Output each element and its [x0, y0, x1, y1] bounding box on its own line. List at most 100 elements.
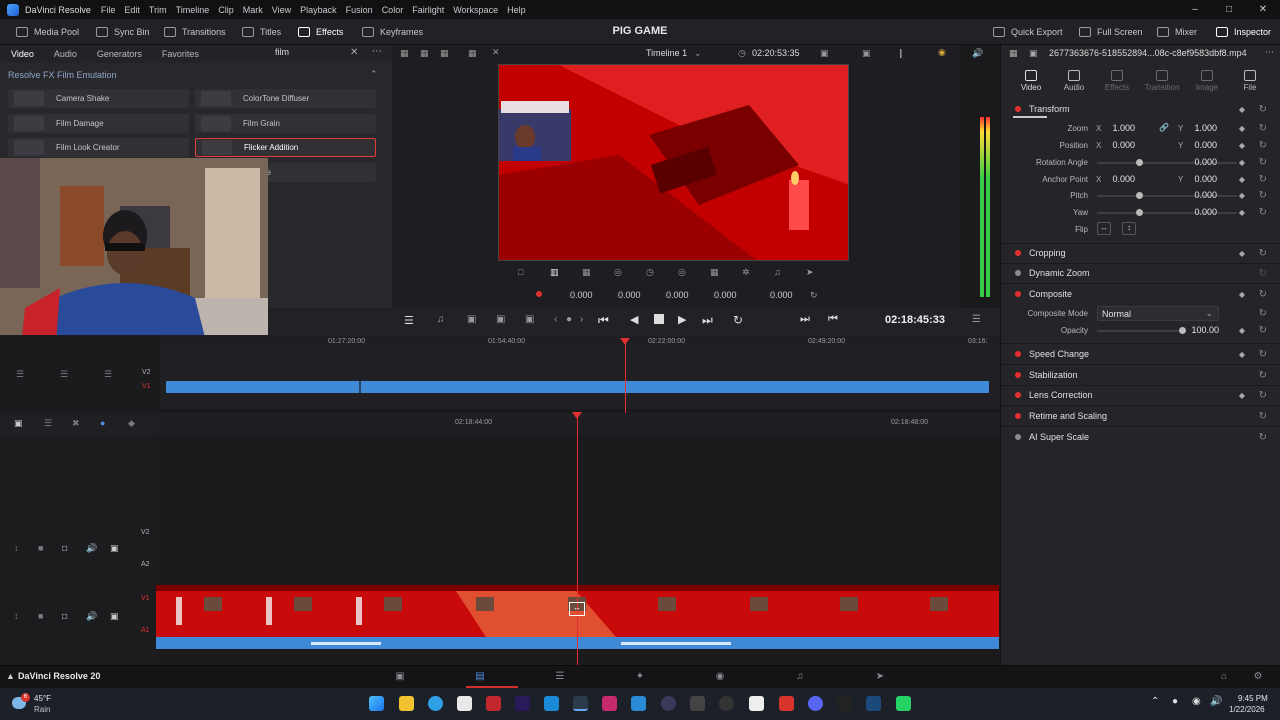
reset-icon[interactable]: ↻ [1259, 157, 1267, 168]
clock-time[interactable]: 9:45 PM [1238, 694, 1268, 703]
weather-condition[interactable]: Rain [34, 705, 50, 714]
opacity-slider[interactable] [1097, 330, 1185, 332]
headphones-icon[interactable]: ◘ [62, 543, 67, 553]
lower-playhead-handle[interactable] [572, 412, 582, 419]
tab-transition[interactable]: Transition [1139, 65, 1185, 97]
viewer-split-icon[interactable]: ▦ [440, 48, 449, 59]
tab-file[interactable]: File [1227, 65, 1273, 97]
speaker-icon[interactable]: 🔊 [86, 611, 97, 622]
zoom-x-input[interactable]: 1.000 [1095, 123, 1135, 133]
enable-dot[interactable] [1015, 413, 1021, 419]
snap-icon[interactable]: ● [100, 418, 105, 428]
tab-audio[interactable]: Audio [1051, 65, 1097, 97]
link-icon[interactable]: 🔗 [1159, 123, 1169, 132]
chevron-down-icon[interactable]: ⌄ [694, 48, 702, 59]
settings-gear-icon[interactable]: ⚙ [1251, 671, 1265, 683]
media-page-icon[interactable]: ▣ [393, 671, 407, 683]
stop-icon[interactable] [654, 314, 664, 324]
pitch-slider-knob[interactable] [1136, 192, 1143, 199]
keyframe-icon[interactable]: ◆ [1239, 290, 1245, 299]
skip-end-icon[interactable]: ⏭ [702, 313, 713, 328]
clock-date[interactable]: 1/22/2026 [1229, 705, 1265, 714]
upper-timeline-ruler[interactable]: 01:27:20:00 01:54:40:00 02:22:00:00 02:4… [160, 335, 1000, 349]
section-ai-super-scale[interactable]: AI Super Scale ↻ [1001, 427, 1280, 447]
effect-film-look-creator[interactable]: Film Look Creator [8, 138, 189, 157]
insert-clip-icon[interactable]: ▣ [467, 314, 476, 325]
menu-trim[interactable]: Trim [149, 5, 167, 15]
keyframe-icon[interactable]: ◆ [1239, 175, 1245, 184]
home-icon[interactable]: ⌂ [1217, 671, 1231, 683]
video-preview[interactable] [498, 64, 849, 261]
wifi-icon[interactable]: ◉ [1192, 696, 1201, 707]
windows-start-icon[interactable] [369, 696, 384, 711]
close-icon[interactable]: ✕ [1246, 0, 1280, 19]
track-tool-icon[interactable]: ☰ [104, 369, 112, 380]
weather-temperature[interactable]: 45°F [34, 694, 51, 703]
reset-icon[interactable]: ↻ [1259, 289, 1267, 300]
github-icon[interactable] [719, 696, 734, 711]
effect-film-damage[interactable]: Film Damage [8, 114, 189, 133]
flip-vertical-icon[interactable]: ↕ [1122, 222, 1136, 235]
reset-icon[interactable]: ↻ [1259, 432, 1267, 443]
color-icon[interactable]: ◉ [938, 47, 946, 58]
effects-category-header[interactable]: Resolve FX Film Emulation [8, 70, 117, 80]
play-reverse-icon[interactable]: ◀ [630, 313, 638, 326]
cut-page-icon[interactable]: ▤ [473, 671, 487, 683]
keyframe-icon[interactable]: ◆ [1239, 158, 1245, 167]
tray-chevron-up-icon[interactable]: ⌃ [1151, 696, 1159, 707]
more-options-icon[interactable]: ☰ [972, 314, 981, 325]
fl-studio-icon[interactable] [602, 696, 617, 711]
opacity-input[interactable]: 100.00 [1179, 325, 1219, 335]
chevron-up-icon[interactable]: ⌃ [370, 69, 378, 80]
keyframe-icon[interactable]: ◆ [1239, 124, 1245, 133]
enable-dot[interactable] [1015, 372, 1021, 378]
position-y-input[interactable]: 0.000 [1177, 140, 1217, 150]
speaker-icon[interactable]: 🔊 [86, 543, 97, 554]
next-tool-icon[interactable]: ➤ [806, 267, 814, 278]
viewer-mode-icon[interactable]: ▦ [420, 48, 429, 59]
section-retime-scaling[interactable]: Retime and Scaling ↻ [1001, 406, 1280, 426]
reset-icon[interactable]: ↻ [1259, 268, 1267, 279]
play-icon[interactable]: ▶ [678, 313, 686, 326]
zoom-tool-icon[interactable]: ▦ [582, 267, 591, 278]
menu-playback[interactable]: Playback [300, 5, 337, 15]
upper-timeline-tracks[interactable] [160, 349, 1000, 409]
trim-icon[interactable]: ☰ [44, 418, 52, 429]
speed-icon[interactable]: ◷ [646, 267, 654, 278]
reset-icon[interactable]: ↻ [1259, 411, 1267, 422]
position-x-input[interactable]: 0.000 [1095, 140, 1135, 150]
composite-icon[interactable]: ◎ [614, 267, 622, 278]
transform-value-w[interactable]: 0.000 [666, 290, 689, 300]
davinci-resolve-taskbar-icon[interactable] [573, 696, 588, 711]
media-pool-button[interactable]: Media Pool [16, 19, 79, 45]
tab-generators[interactable]: Generators [97, 49, 142, 59]
whatsapp-icon[interactable] [896, 696, 911, 711]
reset-icon[interactable]: ↻ [1259, 390, 1267, 401]
zoom-icon[interactable]: ▣ [862, 48, 871, 59]
maximize-icon[interactable]: □ [1212, 0, 1246, 19]
app-icon[interactable] [690, 696, 705, 711]
section-dynamic-zoom[interactable]: Dynamic Zoom ↻ [1001, 263, 1280, 283]
razor-icon[interactable]: ✖ [72, 418, 80, 429]
enable-dot[interactable] [1015, 270, 1021, 276]
app-icon[interactable] [779, 696, 794, 711]
inspector-button[interactable]: Inspector [1216, 19, 1271, 45]
keyframe-icon[interactable]: ◆ [1239, 191, 1245, 200]
upper-playhead[interactable] [625, 341, 626, 413]
move-track-icon[interactable]: ↕ [14, 611, 19, 621]
monitor-icon[interactable]: ▣ [110, 611, 119, 622]
tab-video[interactable]: Video [1008, 65, 1054, 97]
rotation-input[interactable]: 0.000 [1177, 157, 1217, 167]
enable-dot[interactable] [1015, 351, 1021, 357]
flip-horizontal-icon[interactable]: ↔ [1097, 222, 1111, 235]
reset-icon[interactable]: ↻ [1259, 190, 1267, 201]
enable-dot[interactable] [1015, 106, 1021, 112]
link-icon[interactable]: ◆ [128, 418, 135, 429]
stabilize-icon[interactable]: ◎ [678, 267, 686, 278]
headphones-icon[interactable]: ◘ [62, 611, 67, 621]
quick-export-button[interactable]: Quick Export [993, 19, 1063, 45]
pitch-input[interactable]: 0.000 [1177, 190, 1217, 200]
anchor-y-input[interactable]: 0.000 [1177, 174, 1217, 184]
fairlight-page-icon[interactable]: ♫ [793, 671, 807, 683]
upper-timeline-clip[interactable] [166, 381, 989, 393]
